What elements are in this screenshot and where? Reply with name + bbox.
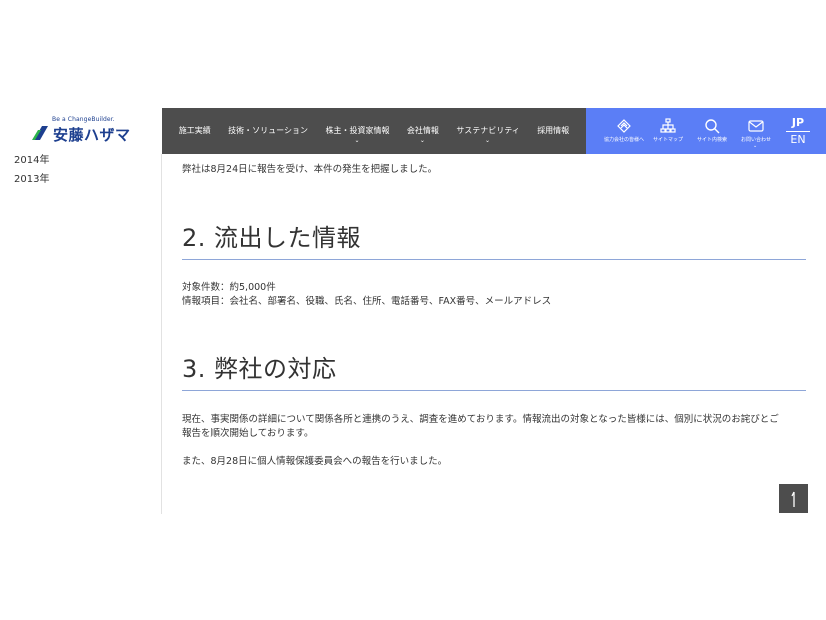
nav-item-company[interactable]: 会社情報 ⌄	[407, 108, 439, 154]
nav-item-investors[interactable]: 株主・投資家情報 ⌄	[325, 108, 389, 154]
leak-count-text: 対象件数：約5,000件	[182, 282, 276, 293]
section-heading-leaked-info: 2. 流出した情報	[182, 218, 806, 260]
util-partners[interactable]: 協力会社の皆様へ	[602, 108, 646, 154]
sidebar-archive: 2014年 2013年	[0, 154, 162, 514]
chevron-down-icon: ⌄	[485, 137, 491, 144]
utility-bar: 協力会社の皆様へ サイトマップ サイト内検索 お問い合わせ ⌄ JP EN	[586, 108, 826, 154]
sidebar-year-link[interactable]: 2013年	[14, 170, 49, 185]
util-contact[interactable]: お問い合わせ ⌄	[734, 108, 778, 154]
nav-label: 施工実績	[178, 126, 211, 135]
lang-en[interactable]: EN	[786, 133, 810, 147]
nav-label: 技術・ソリューション	[228, 126, 309, 135]
chevron-down-icon: ⌄	[354, 137, 360, 144]
response-paragraph-line1: 現在、事実関係の詳細について関係各所と連携のうえ、調査を進めております。情報流出…	[182, 414, 779, 425]
logo-text: 安藤ハザマ	[53, 126, 131, 144]
nav-label: 株主・投資家情報	[325, 126, 390, 135]
util-label: お問い合わせ	[740, 137, 771, 143]
lang-jp[interactable]: JP	[786, 116, 810, 132]
page-viewport: Be a ChangeBuilder. 安藤ハザマ 施工実績 技術・ソリューショ…	[0, 108, 826, 514]
mail-icon	[748, 120, 764, 132]
util-search[interactable]: サイト内検索	[690, 108, 734, 154]
logo-mark-icon	[32, 126, 48, 140]
nav-item-technology[interactable]: 技術・ソリューション	[228, 108, 308, 154]
nav-item-recruit[interactable]: 採用情報	[537, 108, 569, 154]
chevron-down-icon: ⌄	[753, 143, 758, 149]
handshake-icon	[617, 119, 631, 133]
leak-items-text: 情報項目：会社名、部署名、役職、氏名、住所、電話番号、FAX番号、メールアドレス	[182, 296, 552, 307]
section-heading-response: 3. 弊社の対応	[182, 349, 806, 391]
site-header: Be a ChangeBuilder. 安藤ハザマ 施工実績 技術・ソリューショ…	[0, 108, 826, 154]
nav-label: 会社情報	[406, 126, 439, 135]
arrow-up-icon	[790, 491, 795, 507]
nav-item-construction[interactable]: 施工実績	[179, 108, 211, 154]
search-icon	[705, 119, 720, 134]
logo[interactable]: Be a ChangeBuilder. 安藤ハザマ	[0, 108, 162, 154]
back-to-top-button[interactable]	[779, 484, 808, 513]
nav-item-sustainability[interactable]: サステナビリティ ⌄	[456, 108, 519, 154]
util-sitemap[interactable]: サイトマップ	[646, 108, 690, 154]
main-nav: 施工実績 技術・ソリューション 株主・投資家情報 ⌄ 会社情報 ⌄ サステナビリ…	[162, 108, 586, 154]
logo-tagline: Be a ChangeBuilder.	[52, 116, 115, 123]
chevron-down-icon: ⌄	[419, 137, 425, 144]
sitemap-icon	[660, 118, 676, 133]
nav-label: サステナビリティ	[456, 126, 520, 135]
nav-label: 採用情報	[537, 126, 570, 135]
language-switch: JP EN	[786, 116, 810, 147]
intro-paragraph: 弊社は8月24日に報告を受け、本件の発生を把握しました。	[182, 164, 438, 175]
report-paragraph: また、8月28日に個人情報保護委員会への報告を行いました。	[182, 456, 448, 467]
response-paragraph-line2: 報告を順次開始しております。	[182, 428, 314, 439]
